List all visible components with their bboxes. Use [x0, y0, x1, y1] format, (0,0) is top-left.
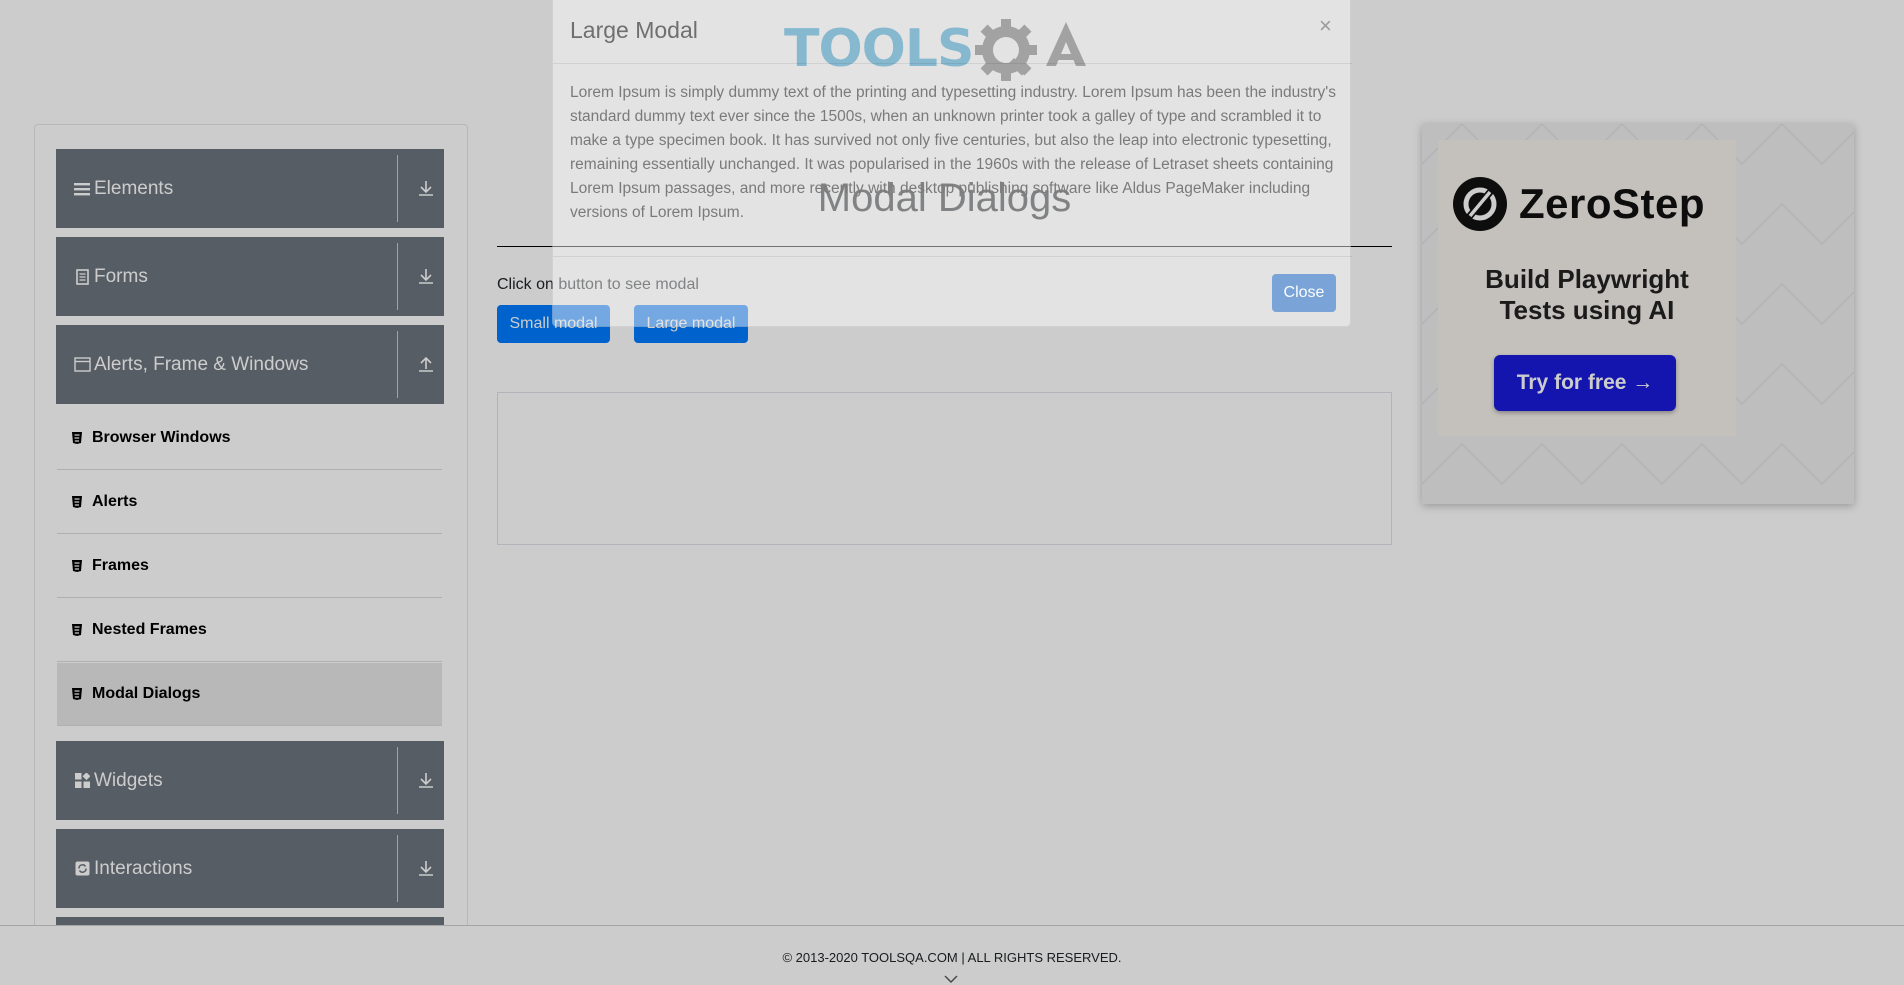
- close-icon[interactable]: ×: [1319, 13, 1332, 39]
- close-button[interactable]: Close: [1272, 274, 1336, 312]
- modal-footer: Close: [553, 256, 1352, 327]
- modal-body-text: Lorem Ipsum is simply dummy text of the …: [570, 84, 1336, 221]
- large-modal-dialog: Large Modal × Lorem Ipsum is simply dumm…: [552, 0, 1352, 327]
- modal-header: Large Modal ×: [553, 0, 1352, 64]
- modal-title: Large Modal: [570, 17, 698, 43]
